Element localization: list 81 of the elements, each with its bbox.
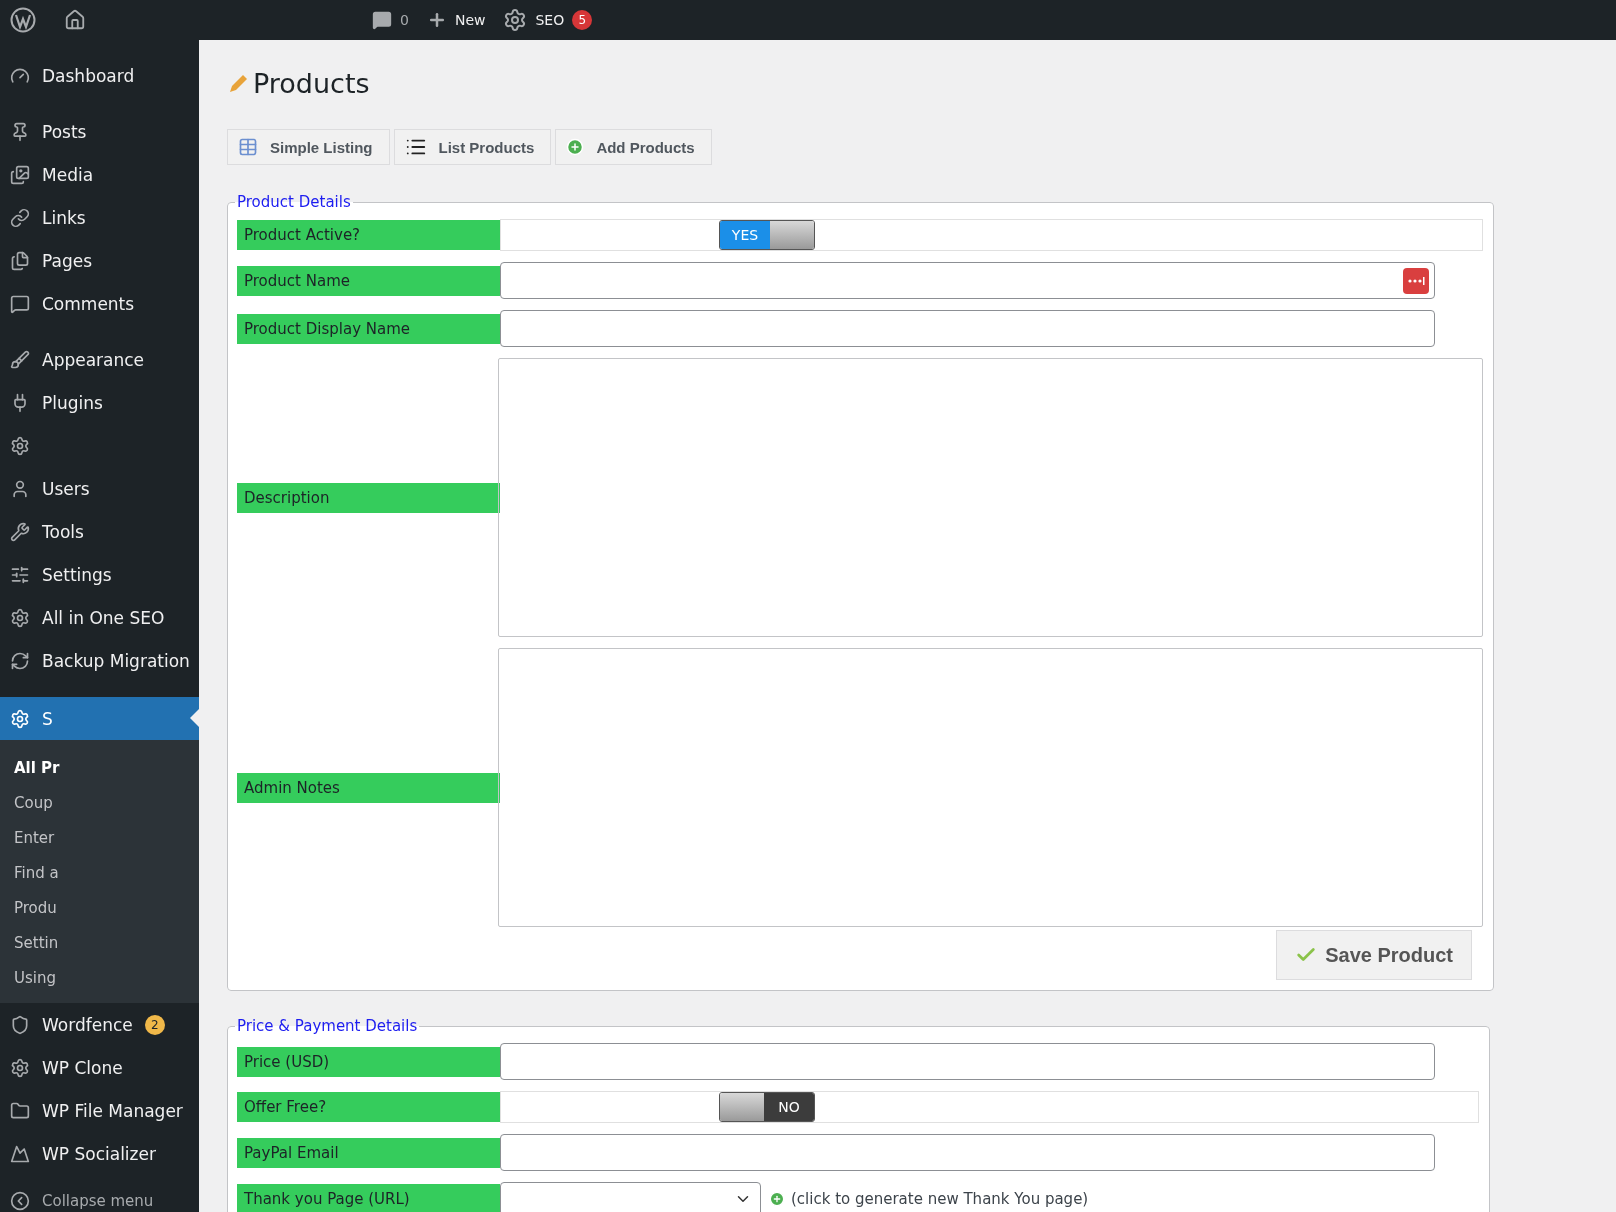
page-title: Products	[253, 68, 370, 99]
sliders-icon	[10, 564, 30, 585]
new-link[interactable]: New	[454, 12, 486, 28]
submenu-item[interactable]: Settin	[0, 925, 199, 960]
sidebar-item[interactable]: Comments	[42, 293, 135, 314]
link-icon	[10, 207, 30, 228]
field-label: Product Active?	[237, 220, 500, 250]
field-label: Admin Notes	[237, 772, 500, 803]
sidebar-item[interactable]: Backup Migration	[42, 650, 190, 671]
sidebar-item[interactable]: Plugins	[42, 392, 103, 413]
comment-count: 0	[400, 12, 409, 28]
refresh-icon	[10, 650, 30, 671]
notification-badge: 5	[572, 10, 593, 30]
generate-page-link[interactable]: (click to generate new Thank You page)	[791, 1190, 1089, 1208]
field-label: Product Display Name	[237, 313, 500, 344]
text-field[interactable]	[500, 262, 1435, 299]
submenu-item[interactable]: Coup	[0, 785, 199, 820]
toggle-switch[interactable]: NO	[719, 1092, 815, 1122]
sidebar-item[interactable]: Posts	[42, 121, 87, 142]
sidebar-item[interactable]: WP Clone	[42, 1057, 123, 1078]
add-icon	[566, 138, 585, 156]
save-button[interactable]: Save Product	[1276, 930, 1472, 980]
images-icon	[10, 164, 30, 185]
pencil-icon	[227, 72, 249, 95]
sidebar-item[interactable]: Settings	[42, 564, 112, 585]
sidebar-item[interactable]: Pages	[42, 250, 92, 271]
sidebar-item[interactable]: Users	[42, 478, 90, 499]
gear-icon	[10, 435, 30, 456]
folder-icon	[10, 1100, 30, 1121]
comment-icon[interactable]	[372, 10, 392, 30]
comment-icon	[10, 293, 30, 314]
sidebar-item[interactable]: Wordfence	[42, 1014, 133, 1035]
text-field[interactable]	[500, 310, 1435, 347]
wordpress-logo[interactable]	[10, 7, 36, 33]
add-icon[interactable]	[769, 1191, 785, 1207]
field-label: Description	[237, 482, 500, 513]
pages-icon	[10, 250, 30, 271]
sidebar-item[interactable]: Links	[42, 207, 86, 228]
sidebar-item[interactable]: Appearance	[42, 349, 145, 370]
submenu-item[interactable]: Find a	[0, 855, 199, 890]
table-icon	[238, 137, 258, 157]
text-field[interactable]	[500, 1043, 1435, 1080]
nav-button[interactable]: Simple Listing	[227, 129, 390, 165]
section-legend: Price & Payment Details	[235, 1017, 420, 1035]
text-field[interactable]	[500, 1134, 1435, 1171]
count-badge: 2	[144, 1014, 165, 1035]
gear-icon	[503, 8, 528, 32]
pin-icon	[10, 121, 30, 142]
user-icon	[10, 478, 30, 499]
gear-icon	[10, 607, 30, 628]
field-label: Thank you Page (URL)	[237, 1184, 500, 1212]
seo-link[interactable]: SEO	[535, 12, 565, 28]
field-label: Price (USD)	[237, 1046, 500, 1077]
nav-button[interactable]: Add Products	[555, 129, 712, 165]
submenu-item[interactable]: Produ	[0, 890, 199, 925]
sidebar-item[interactable]: Media	[42, 164, 94, 185]
sidebar-item[interactable]: S	[0, 697, 199, 740]
password-manager-icon[interactable]	[1403, 267, 1429, 294]
select-field[interactable]	[500, 1182, 761, 1212]
submenu-item[interactable]: Using	[0, 960, 199, 995]
field-label: Product Name	[237, 265, 500, 296]
nav-button[interactable]: List Products	[393, 129, 552, 165]
gear-icon	[10, 708, 30, 729]
sidebar-item[interactable]: WP File Manager	[42, 1100, 183, 1121]
gear-icon	[10, 1057, 30, 1078]
submenu-item[interactable]: All Pr	[0, 750, 199, 785]
field-label: Offer Free?	[237, 1092, 500, 1122]
brush-icon	[10, 349, 30, 370]
field-label: PayPal Email	[237, 1137, 500, 1168]
collapse-menu-link[interactable]: Collapse menu	[42, 1191, 154, 1210]
sidebar-item[interactable]: All in One SEO	[42, 607, 165, 628]
shield-icon	[10, 1014, 30, 1035]
mountain-icon	[10, 1143, 30, 1164]
collapse-icon	[10, 1190, 30, 1211]
wrench-icon	[10, 521, 30, 542]
home-icon[interactable]	[64, 9, 86, 31]
section-legend: Product Details	[235, 193, 353, 211]
sidebar-item[interactable]: WP Socializer	[42, 1143, 156, 1164]
sidebar-item[interactable]: Dashboard	[42, 65, 135, 86]
submenu-item[interactable]: Enter	[0, 820, 199, 855]
sidebar-item[interactable]: Tools	[42, 521, 84, 542]
